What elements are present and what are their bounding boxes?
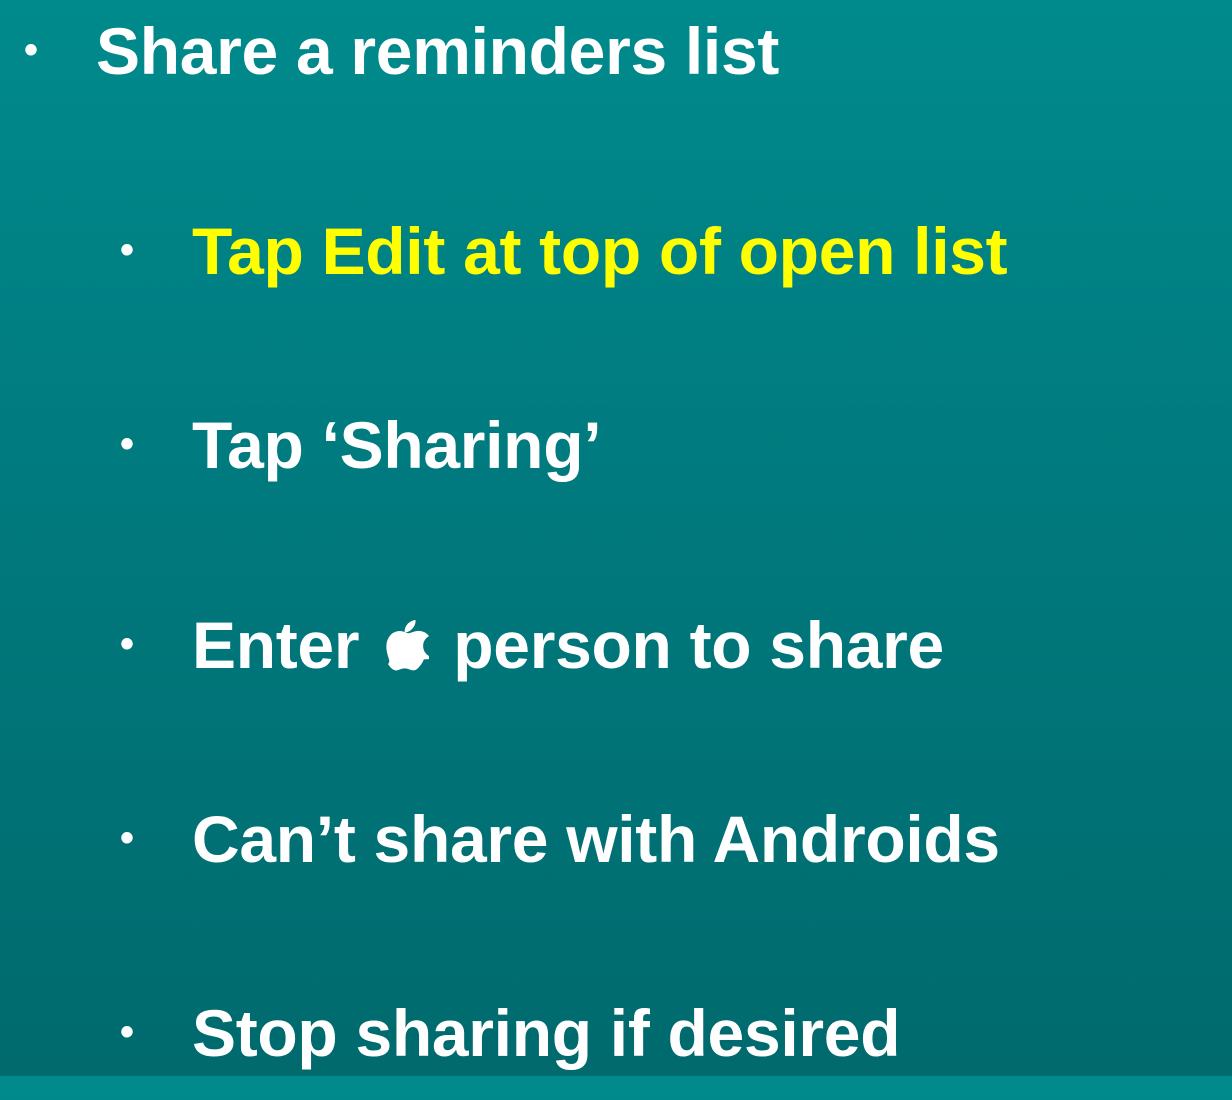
apple-logo-icon	[386, 619, 430, 671]
item-text: Stop sharing if desired	[192, 996, 901, 1070]
bullet-dot: •	[120, 228, 135, 272]
bullet-dot: •	[120, 622, 135, 666]
bullet-dot: •	[120, 1010, 135, 1054]
item-text-before: Enter	[192, 608, 378, 682]
item-text-after: person to share	[435, 608, 944, 682]
item-text: Tap ‘Sharing’	[192, 408, 602, 482]
bullet-dot: •	[24, 28, 39, 72]
item-text-highlighted: Tap Edit at top of open list	[192, 214, 1008, 288]
heading-text: Share a reminders list	[96, 14, 780, 88]
item-text: Can’t share with Androids	[192, 802, 1000, 876]
bullet-dot: •	[120, 422, 135, 466]
bullet-dot: •	[120, 816, 135, 860]
item-text: Enter person to share	[192, 612, 944, 678]
